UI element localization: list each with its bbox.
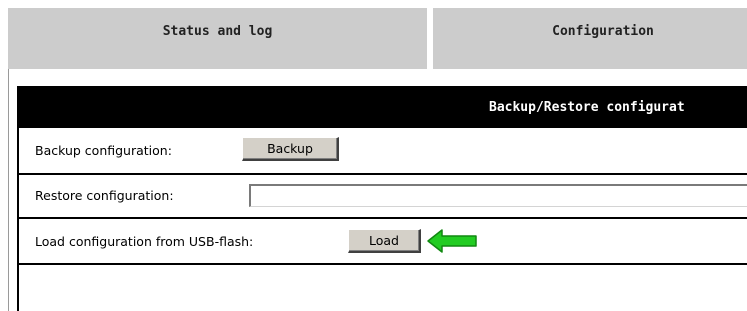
tab-bar: Status and log Configuration — [8, 8, 747, 69]
tab-status-and-log[interactable]: Status and log — [8, 8, 427, 69]
backup-button[interactable]: Backup — [242, 137, 339, 161]
backup-row: Backup configuration: Backup — [19, 128, 747, 175]
restore-file-input[interactable] — [249, 184, 747, 207]
load-button-label: Load — [369, 233, 399, 248]
left-arrow-icon — [427, 229, 477, 253]
page: Status and log Configuration Backup/Rest… — [0, 0, 747, 311]
backup-restore-panel: Backup/Restore configurat Backup configu… — [17, 86, 747, 311]
backup-button-label: Backup — [267, 141, 313, 156]
restore-configuration-label: Restore configuration: — [35, 188, 174, 203]
load-configuration-label: Load configuration from USB-flash: — [35, 234, 254, 249]
panel-header: Backup/Restore configurat — [19, 88, 747, 128]
panel-title: Backup/Restore configurat — [489, 100, 685, 115]
tab-configuration[interactable]: Configuration — [433, 8, 747, 69]
backup-configuration-label: Backup configuration: — [35, 143, 172, 158]
tab-configuration-label: Configuration — [552, 24, 654, 39]
load-row: Load configuration from USB-flash: Load — [19, 219, 747, 265]
load-button[interactable]: Load — [348, 229, 421, 253]
content-left-border — [8, 69, 9, 311]
tab-status-and-log-label: Status and log — [162, 24, 273, 39]
restore-row: Restore configuration: — [19, 175, 747, 219]
